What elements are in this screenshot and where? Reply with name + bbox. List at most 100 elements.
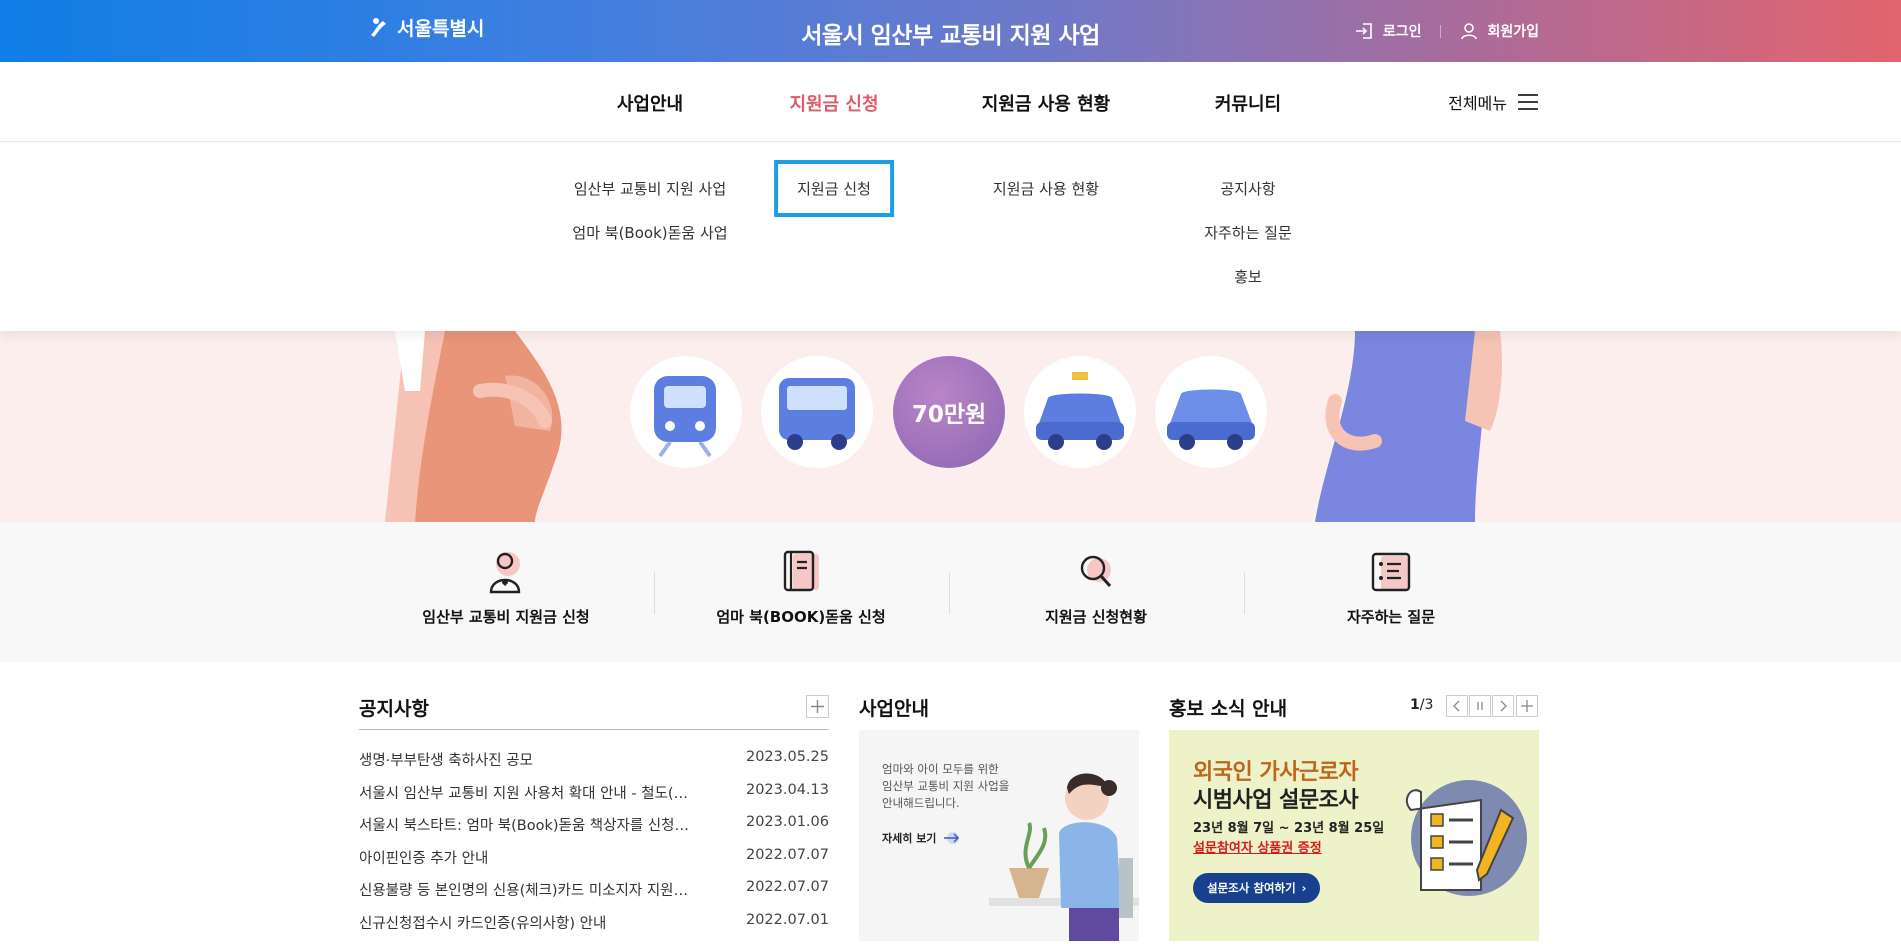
notice-title-text: 생명·부부탄생 축하사진 공모 xyxy=(359,749,704,782)
promo-prev-button[interactable] xyxy=(1446,695,1468,717)
promo-page-total: /3 xyxy=(1420,697,1434,713)
quick-divider xyxy=(654,572,655,614)
quick-menu: 임산부 교통비 지원금 신청 엄마 북(BOOK)돋움 신청 지원금 신청현황 … xyxy=(0,522,1901,662)
notice-row[interactable]: 신용불량 등 본인명의 신용(체크)카드 미소지자 지원… 2022.07.07 xyxy=(359,879,829,912)
notice-date: 2022.07.01 xyxy=(746,912,829,944)
notice-title-text: 아이핀인증 추가 안내 xyxy=(359,847,704,880)
notice-title-text: 서울시 임산부 교통비 지원 사용처 확대 안내 - 철도(… xyxy=(359,782,704,815)
chevron-left-icon xyxy=(1452,700,1462,712)
promo-pause-button[interactable] xyxy=(1469,695,1491,717)
notice-row[interactable]: 서울시 임산부 교통비 지원 사용처 확대 안내 - 철도(… 2023.04.1… xyxy=(359,782,829,815)
submenu-mom-book[interactable]: 엄마 북(Book)돋움 사업 xyxy=(572,222,727,243)
notice-row[interactable]: 신규신청접수시 카드인증(유의사항) 안내 2022.07.01 xyxy=(359,912,829,944)
submenu-pregnant-transport[interactable]: 임산부 교통비 지원 사업 xyxy=(574,178,726,199)
faq-list-icon xyxy=(1369,550,1413,596)
login-link[interactable]: 로그인 xyxy=(1354,21,1422,41)
train-circle xyxy=(630,356,742,468)
pregnant-woman-left-illustration xyxy=(385,331,585,522)
arrow-right-icon xyxy=(940,831,962,845)
quick-apply-status[interactable]: 지원금 신청현황 xyxy=(976,550,1216,627)
top-bar: 서울특별시 서울시 임산부 교통비 지원 사업 로그인 회원가입 xyxy=(0,0,1901,62)
notice-title-text: 신용불량 등 본인명의 신용(체크)카드 미소지자 지원… xyxy=(359,879,704,912)
plus-icon xyxy=(1520,699,1534,713)
signup-label: 회원가입 xyxy=(1487,21,1539,41)
notice-date: 2023.01.06 xyxy=(746,814,829,847)
promo-gift: 설문참여자 상품권 증정 xyxy=(1193,837,1322,856)
submenu-usage-status[interactable]: 지원금 사용 현황 xyxy=(993,178,1099,199)
business-more-link[interactable]: 자세히 보기 xyxy=(882,830,962,846)
chevron-right-icon xyxy=(1498,700,1508,712)
book-icon xyxy=(779,550,823,596)
gnb-apply[interactable]: 지원금 신청 xyxy=(789,90,878,116)
notice-row[interactable]: 아이핀인증 추가 안내 2022.07.07 xyxy=(359,847,829,880)
notice-date: 2022.07.07 xyxy=(746,879,829,912)
all-menu-label: 전체메뉴 xyxy=(1448,90,1507,114)
chevron-right-icon: › xyxy=(1302,881,1307,895)
promo-pagination: 1/3 xyxy=(1410,697,1433,713)
quick-label: 임산부 교통비 지원금 신청 xyxy=(422,608,589,626)
notice-date: 2023.04.13 xyxy=(746,782,829,815)
bus-circle xyxy=(761,356,873,468)
util-divider xyxy=(1440,25,1441,38)
notice-date: 2023.05.25 xyxy=(746,749,829,782)
promo-more-button[interactable] xyxy=(1516,695,1538,717)
pause-icon xyxy=(1475,700,1485,712)
taxi-icon xyxy=(1024,356,1136,468)
submenu-notice[interactable]: 공지사항 xyxy=(1220,178,1275,199)
signup-link[interactable]: 회원가입 xyxy=(1460,21,1539,41)
promo-title: 홍보 소식 안내 xyxy=(1169,694,1287,721)
promo-next-button[interactable] xyxy=(1492,695,1514,717)
hero-banner: 70만원 xyxy=(0,331,1901,522)
login-icon xyxy=(1354,22,1374,40)
top-utility: 로그인 회원가입 xyxy=(1354,21,1539,41)
submenu-faq[interactable]: 자주하는 질문 xyxy=(1204,222,1292,243)
car-circle xyxy=(1155,356,1267,468)
quick-label: 지원금 신청현황 xyxy=(1045,608,1147,626)
notice-divider xyxy=(359,729,829,730)
hamburger-icon xyxy=(1517,93,1539,111)
survey-button-label: 설문조사 참여하기 xyxy=(1207,880,1296,896)
train-icon xyxy=(630,356,742,468)
business-more-label: 자세히 보기 xyxy=(882,830,936,846)
pregnant-woman-right-illustration xyxy=(1315,331,1515,522)
gnb-community[interactable]: 커뮤니티 xyxy=(1215,90,1281,116)
notice-list: 생명·부부탄생 축하사진 공모 2023.05.25 서울시 임산부 교통비 지원… xyxy=(359,749,829,944)
quick-faq[interactable]: 자주하는 질문 xyxy=(1271,550,1511,627)
amount-circle: 70만원 xyxy=(893,356,1005,468)
survey-clipboard-illustration xyxy=(1391,770,1531,900)
notice-more-button[interactable] xyxy=(806,695,829,718)
quick-label: 자주하는 질문 xyxy=(1347,608,1435,626)
all-menu-button[interactable]: 전체메뉴 xyxy=(1448,90,1539,114)
notice-row[interactable]: 서울시 북스타트: 엄마 북(Book)돋움 책상자를 신청…2023.01.0… xyxy=(359,814,829,847)
survey-button[interactable]: 설문조사 참여하기 › xyxy=(1193,873,1320,903)
submenu-promo[interactable]: 홍보 xyxy=(1234,266,1262,287)
site-title: 서울시 임산부 교통비 지원 사업 xyxy=(0,16,1901,50)
notice-title-text: 신규신청접수시 카드인증(유의사항) 안내 xyxy=(359,912,704,944)
plus-icon xyxy=(807,696,828,717)
notice-row[interactable]: 생명·부부탄생 축하사진 공모 2023.05.25 xyxy=(359,749,829,782)
business-title: 사업안내 xyxy=(859,694,929,721)
notice-date: 2022.07.07 xyxy=(746,847,829,880)
quick-book-apply[interactable]: 엄마 북(BOOK)돋움 신청 xyxy=(681,550,921,627)
quick-divider xyxy=(1244,572,1245,614)
mega-dropdown: 임산부 교통비 지원 사업 엄마 북(Book)돋움 사업 지원금 신청 지원금… xyxy=(0,143,1901,331)
notice-title: 공지사항 xyxy=(359,694,429,721)
quick-label: 엄마 북(BOOK)돋움 신청 xyxy=(716,608,885,626)
quick-pregnant-apply[interactable]: 임산부 교통비 지원금 신청 xyxy=(386,550,626,627)
promo-period: 23년 8월 7일 ~ 23년 8월 25일 xyxy=(1193,817,1384,836)
taxi-circle xyxy=(1024,356,1136,468)
promo-headline-2: 시범사업 설문조사 xyxy=(1193,782,1358,814)
business-card[interactable]: 엄마와 아이 모두를 위한 임산부 교통비 지원 사업을 안내해드립니다. 자세… xyxy=(859,730,1139,941)
pregnant-person-icon xyxy=(484,550,528,596)
gnb-usage-status[interactable]: 지원금 사용 현황 xyxy=(982,90,1110,116)
main-navigation: 사업안내 지원금 신청 지원금 사용 현황 커뮤니티 전체메뉴 xyxy=(0,62,1901,142)
woman-sitting-illustration xyxy=(989,758,1139,941)
promo-page-current: 1 xyxy=(1410,697,1420,713)
gnb-business-info[interactable]: 사업안내 xyxy=(617,90,683,116)
quick-divider xyxy=(949,572,950,614)
user-icon xyxy=(1460,22,1478,40)
magnifier-icon xyxy=(1074,550,1118,596)
promo-banner[interactable]: 외국인 가사근로자 시범사업 설문조사 23년 8월 7일 ~ 23년 8월 2… xyxy=(1169,730,1539,941)
submenu-apply[interactable]: 지원금 신청 xyxy=(774,160,894,217)
login-label: 로그인 xyxy=(1383,21,1422,41)
